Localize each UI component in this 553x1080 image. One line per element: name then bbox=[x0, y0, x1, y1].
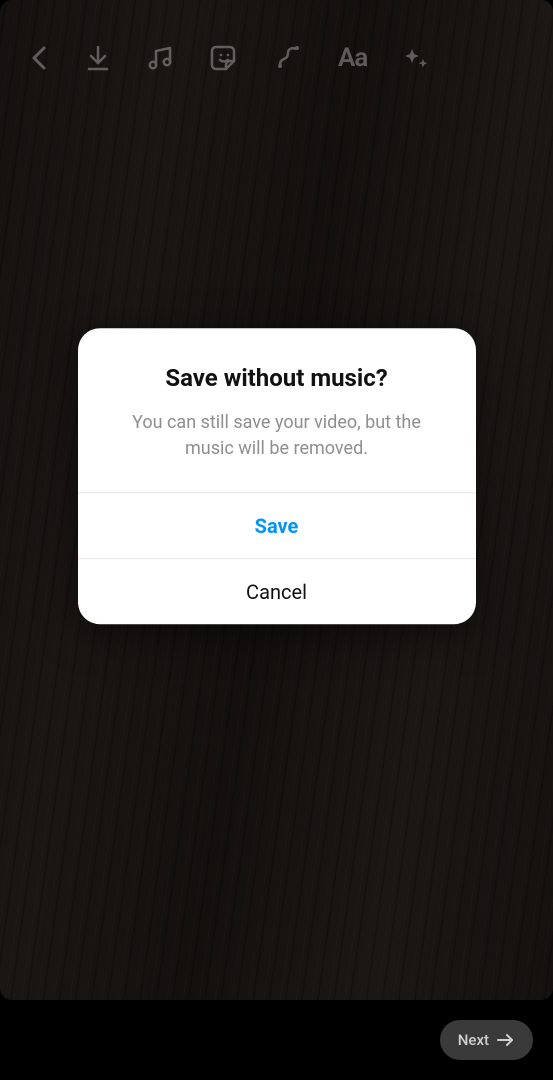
dialog-message: You can still save your video, but the m… bbox=[108, 410, 446, 462]
save-dialog: Save without music? You can still save y… bbox=[78, 328, 476, 624]
sticker-icon[interactable] bbox=[210, 43, 240, 73]
bottom-bar: Next bbox=[0, 1000, 553, 1080]
music-icon[interactable] bbox=[146, 43, 176, 73]
effects-icon[interactable] bbox=[274, 43, 304, 73]
dialog-body: Save without music? You can still save y… bbox=[78, 328, 476, 492]
sparkle-icon[interactable] bbox=[401, 43, 431, 73]
next-button[interactable]: Next bbox=[440, 1020, 533, 1060]
download-icon[interactable] bbox=[84, 44, 112, 72]
back-icon[interactable] bbox=[30, 44, 50, 72]
cancel-button[interactable]: Cancel bbox=[78, 558, 476, 624]
dialog-title: Save without music? bbox=[108, 364, 446, 392]
story-canvas: Aa Save without music? You can still sav… bbox=[0, 0, 553, 1000]
story-toolbar: Aa bbox=[0, 28, 553, 88]
next-button-label: Next bbox=[458, 1031, 489, 1049]
arrow-right-icon bbox=[497, 1033, 515, 1047]
text-icon[interactable]: Aa bbox=[338, 43, 367, 73]
save-button[interactable]: Save bbox=[78, 492, 476, 558]
